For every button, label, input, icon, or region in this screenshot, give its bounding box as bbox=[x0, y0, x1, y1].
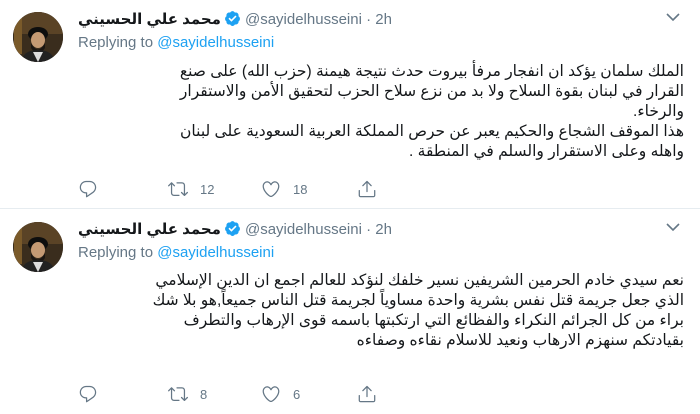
tweet-text-line: نعم سيدي خادم الحرمين الشريفين نسير خلفك… bbox=[155, 272, 684, 289]
separator-dot: · bbox=[366, 221, 372, 238]
chevron-down-icon[interactable] bbox=[666, 12, 680, 22]
retweet-icon bbox=[168, 182, 188, 197]
tweet-text-line: هذا الموقف الشجاع والحكيم يعبر عن حرص ال… bbox=[180, 123, 684, 140]
tweet[interactable]: محمد علي الحسيني @sayidelhusseini · 2h Re… bbox=[0, 0, 700, 209]
replying-handle-link[interactable]: @sayidelhusseini bbox=[157, 244, 274, 261]
tweet-text-line: القرار في لبنان بقوة السلاح ولا بد من نز… bbox=[179, 83, 684, 100]
replying-prefix: Replying to bbox=[78, 244, 154, 261]
tweet-text-line: الملك سلمان يؤكد ان انفجار مرفأ بيروت حد… bbox=[179, 63, 684, 80]
handle[interactable]: @sayidelhusseini bbox=[245, 221, 362, 238]
tweet-text-line: بقيادتكم سنهزم الارهاب ونعيد للاسلام نقا… bbox=[356, 332, 684, 349]
reply-icon bbox=[79, 180, 97, 198]
replying-to: Replying to @sayidelhusseini bbox=[78, 244, 274, 261]
share-button[interactable] bbox=[357, 383, 377, 405]
timestamp[interactable]: 2h bbox=[375, 11, 392, 28]
tweet-text-line: براء من كل الجرائم النكراء والفظائع التي… bbox=[183, 312, 684, 329]
reply-button[interactable] bbox=[78, 383, 110, 405]
like-count: 6 bbox=[293, 386, 301, 402]
share-button[interactable] bbox=[357, 178, 377, 200]
avatar[interactable] bbox=[13, 222, 63, 272]
tweet-text-line: الذي جعل جريمة قتل نفس بشرية واحدة مساوي… bbox=[152, 292, 684, 309]
retweet-button[interactable]: 8 bbox=[168, 383, 207, 405]
display-name[interactable]: محمد علي الحسيني bbox=[78, 11, 221, 28]
like-button[interactable]: 18 bbox=[261, 178, 307, 200]
replying-to: Replying to @sayidelhusseini bbox=[78, 34, 274, 51]
tweet-actions: 8 6 bbox=[78, 383, 598, 405]
retweet-count: 12 bbox=[200, 181, 215, 197]
tweet-text: الملك سلمان يؤكد ان انفجار مرفأ بيروت حد… bbox=[78, 62, 684, 162]
tweet-text: نعم سيدي خادم الحرمين الشريفين نسير خلفك… bbox=[78, 271, 684, 351]
reply-button[interactable] bbox=[78, 178, 110, 200]
timestamp[interactable]: 2h bbox=[375, 221, 392, 238]
share-icon bbox=[358, 180, 376, 198]
share-icon bbox=[358, 385, 376, 403]
verified-badge-icon bbox=[225, 221, 240, 236]
retweet-icon bbox=[168, 387, 188, 402]
separator-dot: · bbox=[366, 11, 372, 28]
heart-icon bbox=[262, 181, 280, 198]
tweet-actions: 12 18 bbox=[78, 178, 598, 200]
retweet-count: 8 bbox=[200, 386, 208, 402]
replying-handle-link[interactable]: @sayidelhusseini bbox=[157, 34, 274, 51]
retweet-button[interactable]: 12 bbox=[168, 178, 214, 200]
like-button[interactable]: 6 bbox=[261, 383, 300, 405]
avatar[interactable] bbox=[13, 12, 63, 62]
like-count: 18 bbox=[293, 181, 308, 197]
tweet-text-line: واهله وعلى الاستقرار والسلم في المنطقة . bbox=[409, 143, 684, 160]
display-name[interactable]: محمد علي الحسيني bbox=[78, 221, 221, 238]
chevron-down-icon[interactable] bbox=[666, 222, 680, 232]
tweet-text-line: والرخاء. bbox=[633, 103, 684, 120]
replying-prefix: Replying to bbox=[78, 34, 154, 51]
heart-icon bbox=[262, 386, 280, 403]
tweet[interactable]: محمد علي الحسيني @sayidelhusseini · 2h Re… bbox=[0, 210, 700, 414]
reply-icon bbox=[79, 385, 97, 403]
verified-badge-icon bbox=[225, 11, 240, 26]
handle[interactable]: @sayidelhusseini bbox=[245, 11, 362, 28]
